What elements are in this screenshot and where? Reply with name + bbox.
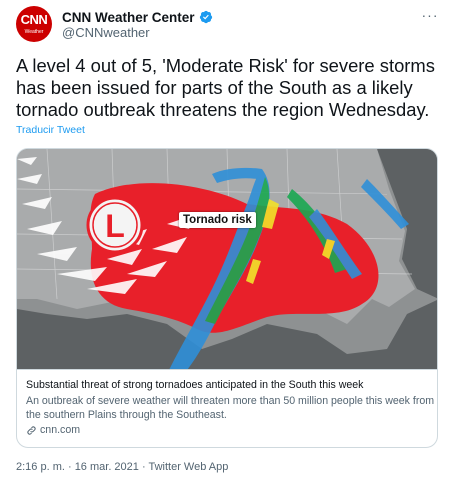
card-domain-text: cnn.com [40,424,81,436]
avatar-sub: Weather [24,29,44,35]
translate-link[interactable]: Traducir Tweet [16,124,85,136]
name-row: CNN Weather Center [62,8,213,26]
tornado-risk-label: Tornado risk [179,212,256,228]
avatar-logo: CNN [20,12,48,27]
tweet-text: A level 4 out of 5, 'Moderate Risk' for … [16,55,435,120]
timestamp[interactable]: 2:16 p. m. · 16 mar. 2021 · Twitter Web … [16,461,228,473]
avatar[interactable]: CNN Weather [16,6,52,42]
verified-badge-icon [199,10,213,24]
display-name[interactable]: CNN Weather Center [62,10,195,25]
weather-map-image: L [17,149,437,369]
more-options-icon[interactable]: ··· [418,6,442,24]
card-image[interactable]: L Tornado risk [17,149,437,370]
low-pressure-letter: L [105,208,125,244]
tweet: CNN Weather CNN Weather Center @CNNweath… [0,0,452,479]
card-description: An outbreak of severe weather will threa… [26,395,435,421]
link-icon [26,425,37,436]
link-card[interactable]: L Tornado risk Substantial threat of str… [16,148,438,448]
card-title[interactable]: Substantial threat of strong tornadoes a… [26,379,436,391]
handle[interactable]: @CNNweather [62,25,150,40]
card-domain[interactable]: cnn.com [26,424,80,436]
